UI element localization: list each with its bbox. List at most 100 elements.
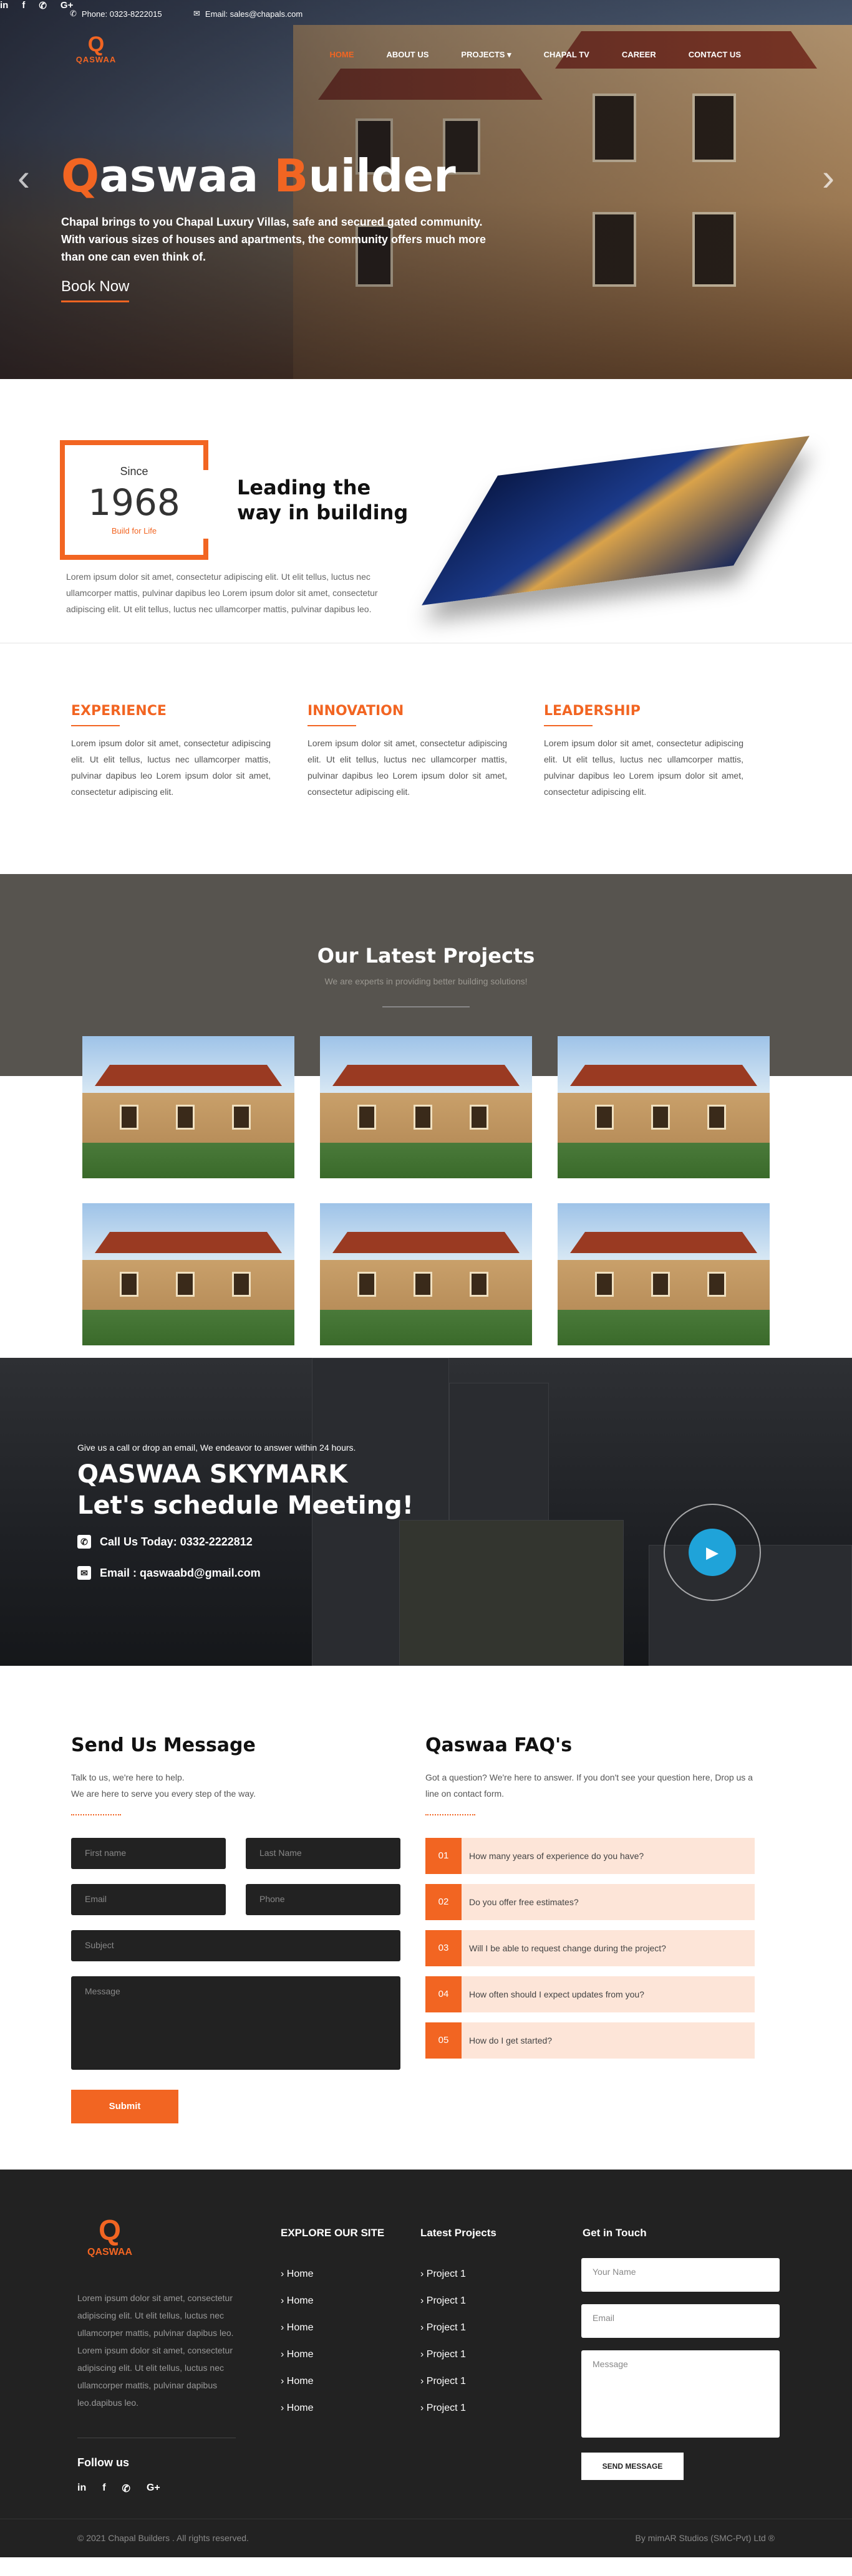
logo-mark: Q — [87, 32, 105, 56]
footer-name-input[interactable]: Your Name — [581, 2258, 780, 2292]
faq-item[interactable]: 02 Do you offer free estimates? — [425, 1884, 755, 1920]
faq-item[interactable]: 04 How often should I expect updates from… — [425, 1976, 755, 2012]
project-card[interactable] — [320, 1203, 532, 1345]
facebook-icon[interactable]: f — [102, 2482, 105, 2495]
whatsapp-icon[interactable]: ✆ — [39, 0, 47, 11]
feature-text: Lorem ipsum dolor sit amet, consectetur … — [307, 738, 507, 797]
phone-info: ✆ Phone: 0323-8222015 — [70, 9, 162, 19]
feature-leadership: LEADERSHIP Lorem ipsum dolor sit amet, c… — [544, 703, 743, 800]
linkedin-icon[interactable]: in — [77, 2482, 86, 2495]
email-info: ✉ Email: sales@chapals.com — [193, 9, 303, 19]
whatsapp-icon[interactable]: ✆ — [122, 2482, 130, 2495]
first-name-input[interactable]: First name — [71, 1838, 226, 1869]
footer-link[interactable]: Home — [281, 2368, 314, 2395]
footer-message-textarea[interactable]: Message — [581, 2350, 780, 2438]
email-input[interactable]: Email — [71, 1884, 226, 1915]
play-video-button[interactable]: ▶ — [664, 1504, 761, 1601]
footer-link[interactable]: Project 1 — [420, 2287, 466, 2314]
last-name-input[interactable]: Last Name — [246, 1838, 400, 1869]
facebook-icon[interactable]: f — [22, 0, 25, 11]
nav-contact-us[interactable]: CONTACT US — [689, 50, 741, 60]
projects-title: Our Latest Projects — [317, 944, 535, 968]
play-icon: ▶ — [689, 1529, 736, 1576]
since-year: 1968 — [88, 481, 180, 524]
footer-logo[interactable]: Q QASWAA — [79, 2213, 141, 2258]
mail-icon: ✉ — [193, 9, 200, 18]
nav-about-us[interactable]: ABOUT US — [387, 50, 429, 60]
faq-desc: Got a question? We're here to answer. If… — [425, 1772, 753, 1799]
about-heading: Leading the way in building — [237, 476, 409, 524]
book-now-button[interactable]: Book Now — [61, 278, 130, 302]
footer-link[interactable]: Home — [281, 2287, 314, 2314]
footer-link[interactable]: Home — [281, 2261, 314, 2287]
about-text: Lorem ipsum dolor sit amet, consectetur … — [66, 572, 378, 614]
feature-innovation: INNOVATION Lorem ipsum dolor sit amet, c… — [307, 703, 507, 800]
footer-link[interactable]: Home — [281, 2314, 314, 2341]
credit: By mimAR Studios (SMC-Pvt) Ltd ® — [635, 2533, 775, 2543]
hero-title: Qaswaa Builder — [61, 150, 456, 202]
submit-button[interactable]: Submit — [71, 2090, 178, 2123]
get-in-touch-title: Get in Touch — [583, 2227, 647, 2239]
footer-link[interactable]: Project 1 — [420, 2341, 466, 2368]
contact-desc: Talk to us, we're here to help. We are he… — [71, 1772, 256, 1799]
meeting-section: Give us a call or drop an email, We ende… — [0, 1358, 852, 1666]
phone-text: Phone: 0323-8222015 — [81, 9, 162, 19]
features-section: EXPERIENCE Lorem ipsum dolor sit amet, c… — [0, 643, 852, 874]
nav-chapal-tv[interactable]: CHAPAL TV — [544, 50, 589, 60]
send-message-button[interactable]: SEND MESSAGE — [581, 2453, 684, 2480]
project-card[interactable] — [558, 1036, 770, 1178]
logo-text: QASWAA — [75, 55, 117, 64]
faq-item[interactable]: 01 How many years of experience do you ha… — [425, 1838, 755, 1874]
call-info[interactable]: ✆ Call Us Today: 0332-2222812 — [77, 1535, 253, 1549]
footer-link[interactable]: Project 1 — [420, 2261, 466, 2287]
project-card[interactable] — [82, 1036, 294, 1178]
top-bar: ✆ Phone: 0323-8222015 ✉ Email: sales@chapa… — [0, 0, 852, 27]
main-nav: HOME ABOUT US PROJECTS ▾ CHAPAL TV CAREE… — [330, 50, 741, 60]
email-text: Email: sales@chapals.com — [205, 9, 303, 19]
phone-input[interactable]: Phone — [246, 1884, 400, 1915]
faq-title: Qaswaa FAQ's — [425, 1734, 573, 1756]
slider-next-icon[interactable]: › — [822, 156, 835, 199]
site-logo[interactable]: Q QASWAA — [72, 34, 120, 64]
footer-about: Lorem ipsum dolor sit amet, consectetur … — [77, 2293, 234, 2408]
mail-icon: ✉ — [77, 1566, 91, 1580]
footer-social: in f ✆ G+ — [77, 2482, 160, 2495]
footer-link[interactable]: Home — [281, 2341, 314, 2368]
feature-title: EXPERIENCE — [71, 703, 167, 719]
footer-email-input[interactable]: Email — [581, 2304, 780, 2338]
email-info[interactable]: ✉ Email : qaswaabd@gmail.com — [77, 1566, 261, 1580]
faq-item[interactable]: 03 Will I be able to request change durin… — [425, 1930, 755, 1966]
meeting-title: QASWAA SKYMARK Let's schedule Meeting! — [77, 1460, 414, 1520]
project-card[interactable] — [320, 1036, 532, 1178]
since-label: Since — [120, 465, 148, 478]
message-textarea[interactable]: Message — [71, 1976, 400, 2070]
projects-section: Our Latest Projects We are experts in pr… — [0, 874, 852, 1358]
footer-link[interactable]: Project 1 — [420, 2314, 466, 2341]
linkedin-icon[interactable]: in — [0, 0, 8, 11]
feature-text: Lorem ipsum dolor sit amet, consectetur … — [71, 738, 271, 797]
meeting-intro: Give us a call or drop an email, We ende… — [77, 1443, 356, 1453]
divider — [382, 1006, 470, 1007]
footer: Q QASWAA Lorem ipsum dolor sit amet, con… — [0, 2170, 852, 2557]
project-card[interactable] — [82, 1203, 294, 1345]
footer-link[interactable]: Home — [281, 2395, 314, 2421]
hero-subtitle: Chapal brings to you Chapal Luxury Villa… — [61, 216, 486, 263]
nav-career[interactable]: CAREER — [622, 50, 656, 60]
nav-home[interactable]: HOME — [330, 50, 354, 60]
feature-title: INNOVATION — [307, 703, 404, 719]
subject-input[interactable]: Subject — [71, 1930, 400, 1961]
since-box: Since 1968 Build for Life — [60, 440, 213, 560]
since-tagline: Build for Life — [111, 526, 157, 536]
project-card[interactable] — [558, 1203, 770, 1345]
faq-item[interactable]: 05 How do I get started? — [425, 2022, 755, 2059]
explore-title: EXPLORE OUR SITE — [281, 2227, 385, 2239]
divider — [71, 1814, 121, 1818]
nav-projects[interactable]: PROJECTS ▾ — [461, 50, 511, 60]
slider-prev-icon[interactable]: ‹ — [17, 156, 30, 199]
footer-link[interactable]: Project 1 — [420, 2368, 466, 2395]
phone-icon: ✆ — [77, 1535, 91, 1549]
divider — [425, 1814, 475, 1818]
google-plus-icon[interactable]: G+ — [147, 2482, 160, 2495]
copyright: © 2021 Chapal Builders . All rights rese… — [77, 2533, 249, 2543]
footer-link[interactable]: Project 1 — [420, 2395, 466, 2421]
